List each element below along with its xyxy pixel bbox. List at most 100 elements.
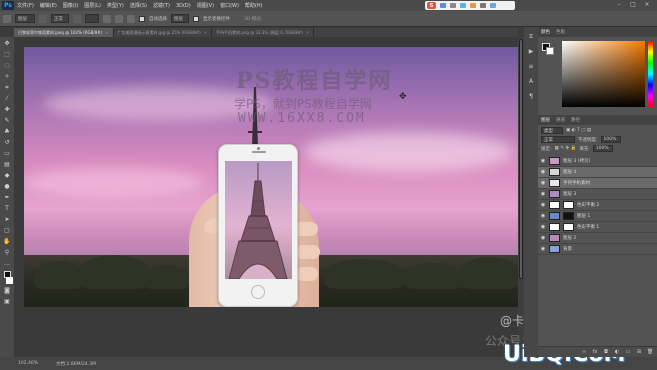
character-panel-icon[interactable]: A xyxy=(527,78,535,86)
quick-mask-icon[interactable]: ◙ xyxy=(3,287,12,295)
screen-mode-icon[interactable]: ▣ xyxy=(3,298,12,306)
layer-kind-filter[interactable]: 类型 xyxy=(541,127,563,134)
visibility-eye-icon[interactable]: ◉ xyxy=(540,191,546,197)
ime-mic-icon[interactable] xyxy=(460,3,466,8)
eraser-tool-icon[interactable]: ▭ xyxy=(3,150,12,158)
scrollbar-thumb[interactable] xyxy=(519,39,523,279)
crop-tool-icon[interactable]: ⌗ xyxy=(3,84,12,92)
layer-row[interactable]: ◉ 图层 2 xyxy=(538,233,657,244)
close-icon[interactable]: × xyxy=(642,1,652,9)
history-brush-tool-icon[interactable]: ↺ xyxy=(3,139,12,147)
minimize-icon[interactable]: – xyxy=(614,1,624,9)
tab-eiffel-tower[interactable]: 巴黎埃菲尔铁塔素材.jpeg @ 102% (RGB/8#) × xyxy=(14,28,114,37)
visibility-eye-icon[interactable]: ◉ xyxy=(540,169,546,175)
tool-preset-select[interactable]: 图层 xyxy=(15,14,35,23)
visibility-eye-icon[interactable]: ◉ xyxy=(540,213,546,219)
align-icon[interactable] xyxy=(39,14,47,23)
move-tool-preset-icon[interactable] xyxy=(3,14,11,23)
layer-row[interactable]: ◉ 手持手机素材 xyxy=(538,178,657,189)
layer-row[interactable]: ◉ 图层 1 xyxy=(538,211,657,222)
adjustment-layer-icon[interactable]: ◐ xyxy=(614,349,620,355)
layer-mask-thumbnail[interactable] xyxy=(563,223,574,231)
zoom-level[interactable]: 102.46% xyxy=(18,361,38,366)
brush-tool-icon[interactable]: ✎ xyxy=(3,117,12,125)
ime-punctuation-icon[interactable] xyxy=(450,3,456,8)
sogou-ime-icon[interactable]: S xyxy=(427,2,436,9)
menu-layer[interactable]: 图层(L) xyxy=(84,2,101,9)
menu-view[interactable]: 视图(V) xyxy=(197,2,214,9)
dodge-tool-icon[interactable]: ● xyxy=(3,183,12,191)
distribute-icon[interactable] xyxy=(73,14,81,23)
tab-channels[interactable]: 通道 xyxy=(556,117,565,123)
layer-row[interactable]: ◉ 图层 3 xyxy=(538,189,657,200)
layer-row[interactable]: ◉ 图层 4 xyxy=(538,167,657,178)
properties-panel-icon[interactable]: ≡ xyxy=(527,63,535,71)
visibility-eye-icon[interactable]: ◉ xyxy=(540,224,546,230)
link-layers-icon[interactable]: ∞ xyxy=(581,349,587,355)
tab-close-icon[interactable]: × xyxy=(204,30,207,35)
eyedropper-tool-icon[interactable]: ⁄ xyxy=(3,95,12,103)
tab-swatches[interactable]: 色板 xyxy=(556,29,565,35)
ime-tools-icon[interactable] xyxy=(490,3,496,8)
menu-image[interactable]: 图像(I) xyxy=(63,2,78,9)
healing-brush-tool-icon[interactable]: ✚ xyxy=(3,106,12,114)
visibility-eye-icon[interactable]: ◉ xyxy=(540,246,546,252)
maximize-icon[interactable]: □ xyxy=(628,1,638,9)
delete-layer-icon[interactable]: 🗑 xyxy=(647,349,653,355)
marquee-tool-icon[interactable]: ⬚ xyxy=(3,51,12,59)
menu-filter[interactable]: 滤镜(T) xyxy=(153,2,170,9)
magic-wand-tool-icon[interactable]: ✧ xyxy=(3,73,12,81)
layer-mask-thumbnail[interactable] xyxy=(563,201,574,209)
hand-tool-icon[interactable]: ✋ xyxy=(3,238,12,246)
actions-panel-icon[interactable]: ▶ xyxy=(527,48,535,56)
menu-type[interactable]: 类型(Y) xyxy=(107,2,124,9)
ime-chinese-icon[interactable] xyxy=(440,3,446,8)
color-picker-field[interactable] xyxy=(562,41,645,107)
show-transform-checkbox[interactable] xyxy=(193,15,199,22)
document-canvas[interactable]: PS教程自学网 学PS，就到PS教程自学网 WWW.16XX8.COM ✥ xyxy=(24,47,518,307)
tab-paths[interactable]: 路径 xyxy=(571,117,580,123)
move-tool-icon[interactable]: ✥ xyxy=(3,40,12,48)
clone-stamp-tool-icon[interactable]: ♣ xyxy=(3,128,12,136)
tab-close-icon[interactable]: × xyxy=(105,30,108,35)
pen-tool-icon[interactable]: ✒ xyxy=(3,194,12,202)
shape-tool-icon[interactable]: ▢ xyxy=(3,227,12,235)
link-icon[interactable] xyxy=(103,14,111,23)
menu-help[interactable]: 帮助(H) xyxy=(245,2,263,9)
auto-select-checkbox[interactable] xyxy=(139,15,145,22)
layer-row[interactable]: ◉ 色彩平衡 1 xyxy=(538,222,657,233)
tab-color[interactable]: 颜色 xyxy=(541,29,550,35)
visibility-eye-icon[interactable]: ◉ xyxy=(540,235,546,241)
menu-edit[interactable]: 编辑(E) xyxy=(40,2,57,9)
blur-tool-icon[interactable]: ◆ xyxy=(3,172,12,180)
tab-layers[interactable]: 图层 xyxy=(541,117,550,123)
menu-window[interactable]: 窗口(W) xyxy=(220,2,239,9)
settings-icon[interactable] xyxy=(127,14,135,23)
tab-close-icon[interactable]: × xyxy=(306,30,309,35)
auto-select-target-select[interactable]: 图层 xyxy=(171,14,189,23)
layer-row[interactable]: ◉ 色彩平衡 2 xyxy=(538,200,657,211)
arrange-icon[interactable] xyxy=(115,14,123,23)
layer-mask-thumbnail[interactable] xyxy=(563,212,574,220)
visibility-eye-icon[interactable]: ◉ xyxy=(540,180,546,186)
tab-comic-sample[interactable]: 广告美图漫画示意素材.jpg @ 25% (RGB/8#) × xyxy=(114,28,213,37)
path-selection-tool-icon[interactable]: ➤ xyxy=(3,216,12,224)
opacity-field[interactable] xyxy=(85,14,99,23)
menu-3d[interactable]: 3D(D) xyxy=(176,3,191,9)
layer-row[interactable]: ◉ 背景 xyxy=(538,244,657,255)
fill-input[interactable]: 100% xyxy=(592,145,613,152)
layer-row[interactable]: ◉ 图层 3 (拷贝) xyxy=(538,156,657,167)
menu-file[interactable]: 文件(F) xyxy=(17,2,34,9)
background-color-swatch[interactable] xyxy=(546,47,554,55)
new-layer-icon[interactable]: ⊞ xyxy=(636,349,642,355)
opacity-input[interactable]: 100% xyxy=(600,136,621,143)
new-group-icon[interactable]: ▭ xyxy=(625,349,631,355)
type-tool-icon[interactable]: T xyxy=(3,205,12,213)
filter-icons[interactable]: ▣ ◐ T ▢ ▤ xyxy=(566,128,591,133)
mode-select[interactable]: 正常 xyxy=(51,14,69,23)
lock-icons[interactable]: ▦ ✎ ✥ 🔒 xyxy=(555,146,577,151)
ime-keyboard-icon[interactable] xyxy=(470,3,476,8)
lasso-tool-icon[interactable]: ◌ xyxy=(3,62,12,70)
background-color-swatch[interactable] xyxy=(6,277,13,284)
more-tools-icon[interactable]: … xyxy=(3,260,12,268)
